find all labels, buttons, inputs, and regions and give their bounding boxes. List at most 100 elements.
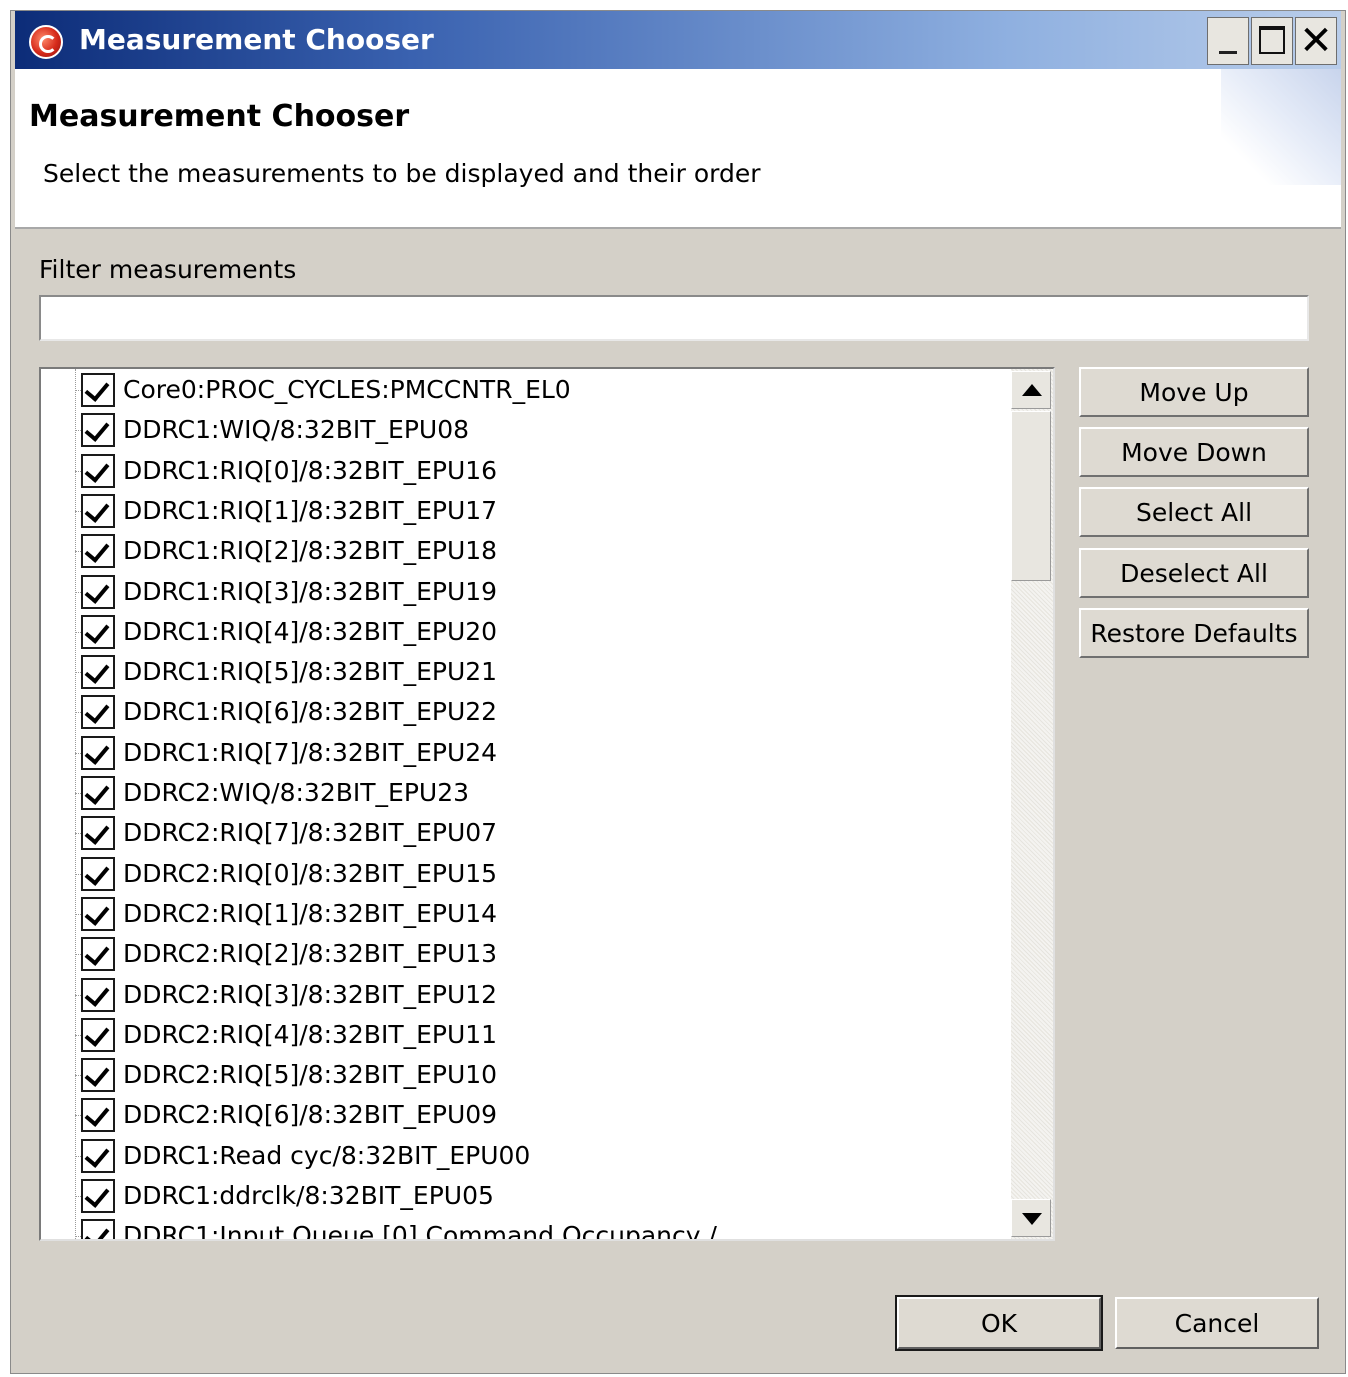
list-item[interactable]: DDRC1:RIQ[4]/8:32BIT_EPU20: [41, 612, 1009, 652]
list-item[interactable]: DDRC2:RIQ[4]/8:32BIT_EPU11: [41, 1015, 1009, 1055]
cancel-button[interactable]: Cancel: [1115, 1297, 1319, 1349]
select-all-button[interactable]: Select All: [1079, 487, 1309, 537]
app-logo-icon: [29, 25, 63, 59]
measurement-label: DDRC1:ddrclk/8:32BIT_EPU05: [123, 1181, 494, 1210]
checkmark-icon: [84, 779, 110, 805]
checkmark-icon: [84, 1141, 110, 1168]
measurement-label: DDRC1:WIQ/8:32BIT_EPU08: [123, 415, 470, 445]
measurement-checkbox[interactable]: [81, 1058, 115, 1093]
filter-input[interactable]: [39, 295, 1309, 341]
checkmark-icon: [84, 537, 110, 564]
measurement-label: DDRC1:Read cyc/8:32BIT_EPU00: [123, 1140, 531, 1170]
list-item[interactable]: DDRC2:RIQ[5]/8:32BIT_EPU10: [41, 1055, 1009, 1095]
list-item[interactable]: DDRC1:RIQ[7]/8:32BIT_EPU24: [41, 733, 1009, 773]
arrow-up-icon: [1022, 384, 1042, 396]
measurement-label: DDRC2:RIQ[7]/8:32BIT_EPU07: [123, 818, 498, 848]
minimize-button[interactable]: [1207, 17, 1249, 65]
checkmark-icon: [84, 1020, 110, 1047]
list-item[interactable]: DDRC2:RIQ[6]/8:32BIT_EPU09: [41, 1095, 1009, 1135]
list-item[interactable]: DDRC2:RIQ[1]/8:32BIT_EPU14: [41, 894, 1009, 934]
measurement-checkbox[interactable]: [81, 695, 115, 730]
list-item[interactable]: DDRC1:RIQ[3]/8:32BIT_EPU19: [41, 572, 1009, 612]
measurement-label: DDRC1:RIQ[7]/8:32BIT_EPU24: [123, 737, 498, 767]
measurement-checkbox[interactable]: [81, 896, 115, 931]
measurement-label: DDRC1:RIQ[4]/8:32BIT_EPU20: [123, 616, 498, 646]
checkmark-icon: [84, 1222, 110, 1239]
checkmark-icon: [84, 617, 110, 644]
list-item[interactable]: DDRC2:RIQ[2]/8:32BIT_EPU13: [41, 934, 1009, 974]
measurement-checkbox[interactable]: [81, 373, 115, 407]
page-description: Select the measurements to be displayed …: [43, 159, 761, 188]
move-up-button[interactable]: Move Up: [1079, 367, 1309, 417]
checkmark-icon: [84, 416, 110, 443]
checkmark-icon: [84, 1101, 110, 1128]
measurement-checkbox[interactable]: [81, 856, 115, 891]
checkmark-icon: [84, 738, 110, 765]
checkmark-icon: [84, 940, 110, 967]
checkmark-icon: [84, 1182, 110, 1208]
measurement-label: DDRC2:WIQ/8:32BIT_EPU23: [123, 778, 470, 807]
list-item[interactable]: DDRC1:RIQ[1]/8:32BIT_EPU17: [41, 491, 1009, 531]
measurement-label: DDRC2:RIQ[3]/8:32BIT_EPU12: [123, 979, 498, 1009]
list-item[interactable]: DDRC2:RIQ[0]/8:32BIT_EPU15: [41, 854, 1009, 894]
maximize-icon: [1259, 26, 1285, 54]
measurement-checkbox[interactable]: [81, 534, 115, 569]
scroll-up-button[interactable]: [1011, 371, 1051, 409]
measurement-checkbox[interactable]: [81, 977, 115, 1012]
measurement-checkbox[interactable]: [81, 1138, 115, 1173]
measurement-checkbox[interactable]: [81, 413, 115, 448]
measurement-checkbox[interactable]: [81, 1017, 115, 1052]
list-item[interactable]: DDRC2:RIQ[3]/8:32BIT_EPU12: [41, 975, 1009, 1015]
title-bar[interactable]: Measurement Chooser ✕: [15, 11, 1341, 69]
header-divider: [15, 227, 1341, 229]
header-decoration: [1221, 69, 1341, 185]
list-item[interactable]: Core0:PROC_CYCLES:PMCCNTR_EL0: [41, 370, 1009, 410]
measurement-checkbox[interactable]: [81, 655, 115, 690]
list-item[interactable]: DDRC1:Input Queue [0] Command Occupancy …: [41, 1216, 1009, 1239]
arrow-down-icon: [1022, 1213, 1042, 1225]
measurement-checkbox[interactable]: [81, 1098, 115, 1133]
vertical-scrollbar[interactable]: [1011, 369, 1053, 1239]
measurement-label: DDRC2:RIQ[1]/8:32BIT_EPU14: [123, 898, 498, 928]
measurement-checkbox[interactable]: [81, 574, 115, 609]
list-item[interactable]: DDRC1:Read cyc/8:32BIT_EPU00: [41, 1136, 1009, 1176]
list-item[interactable]: DDRC2:RIQ[7]/8:32BIT_EPU07: [41, 813, 1009, 853]
measurement-checkbox[interactable]: [81, 937, 115, 972]
maximize-button[interactable]: [1251, 17, 1293, 65]
checkmark-icon: [84, 456, 110, 483]
measurement-checkbox[interactable]: [81, 735, 115, 770]
deselect-all-button[interactable]: Deselect All: [1079, 548, 1309, 598]
move-down-button[interactable]: Move Down: [1079, 427, 1309, 477]
measurement-tree[interactable]: Core0:PROC_CYCLES:PMCCNTR_EL0 DDRC1:WIQ/8…: [39, 367, 1055, 1241]
measurement-chooser-dialog: Measurement Chooser ✕ Measurement Choose…: [10, 10, 1346, 1374]
checkmark-icon: [84, 1061, 110, 1088]
list-item[interactable]: DDRC1:RIQ[5]/8:32BIT_EPU21: [41, 652, 1009, 692]
measurement-checkbox[interactable]: [81, 776, 115, 810]
measurement-label: DDRC1:RIQ[0]/8:32BIT_EPU16: [123, 455, 498, 485]
measurement-checkbox[interactable]: [81, 1219, 115, 1239]
restore-defaults-button[interactable]: Restore Defaults: [1079, 608, 1309, 658]
list-item[interactable]: DDRC1:WIQ/8:32BIT_EPU08: [41, 410, 1009, 450]
measurement-list: Core0:PROC_CYCLES:PMCCNTR_EL0 DDRC1:WIQ/8…: [41, 369, 1009, 1239]
close-button[interactable]: ✕: [1295, 17, 1337, 65]
measurement-checkbox[interactable]: [81, 453, 115, 488]
dialog-header: Measurement Chooser Select the measureme…: [15, 69, 1341, 227]
scroll-thumb[interactable]: [1011, 411, 1051, 581]
list-item[interactable]: DDRC1:RIQ[6]/8:32BIT_EPU22: [41, 692, 1009, 732]
measurement-label: DDRC1:RIQ[3]/8:32BIT_EPU19: [123, 576, 498, 606]
scroll-down-button[interactable]: [1011, 1199, 1051, 1237]
measurement-label: DDRC2:RIQ[2]/8:32BIT_EPU13: [123, 939, 498, 969]
measurement-label: DDRC2:RIQ[6]/8:32BIT_EPU09: [123, 1100, 498, 1130]
measurement-checkbox[interactable]: [81, 816, 115, 851]
checkmark-icon: [84, 376, 110, 402]
ok-button[interactable]: OK: [895, 1295, 1103, 1351]
measurement-checkbox[interactable]: [81, 493, 115, 528]
list-item[interactable]: DDRC1:RIQ[0]/8:32BIT_EPU16: [41, 451, 1009, 491]
list-item[interactable]: DDRC2:WIQ/8:32BIT_EPU23: [41, 773, 1009, 813]
list-item[interactable]: DDRC1:ddrclk/8:32BIT_EPU05: [41, 1176, 1009, 1216]
measurement-checkbox[interactable]: [81, 1179, 115, 1213]
list-item[interactable]: DDRC1:RIQ[2]/8:32BIT_EPU18: [41, 531, 1009, 571]
filter-label: Filter measurements: [39, 255, 297, 284]
measurement-checkbox[interactable]: [81, 614, 115, 649]
checkmark-icon: [84, 577, 110, 604]
